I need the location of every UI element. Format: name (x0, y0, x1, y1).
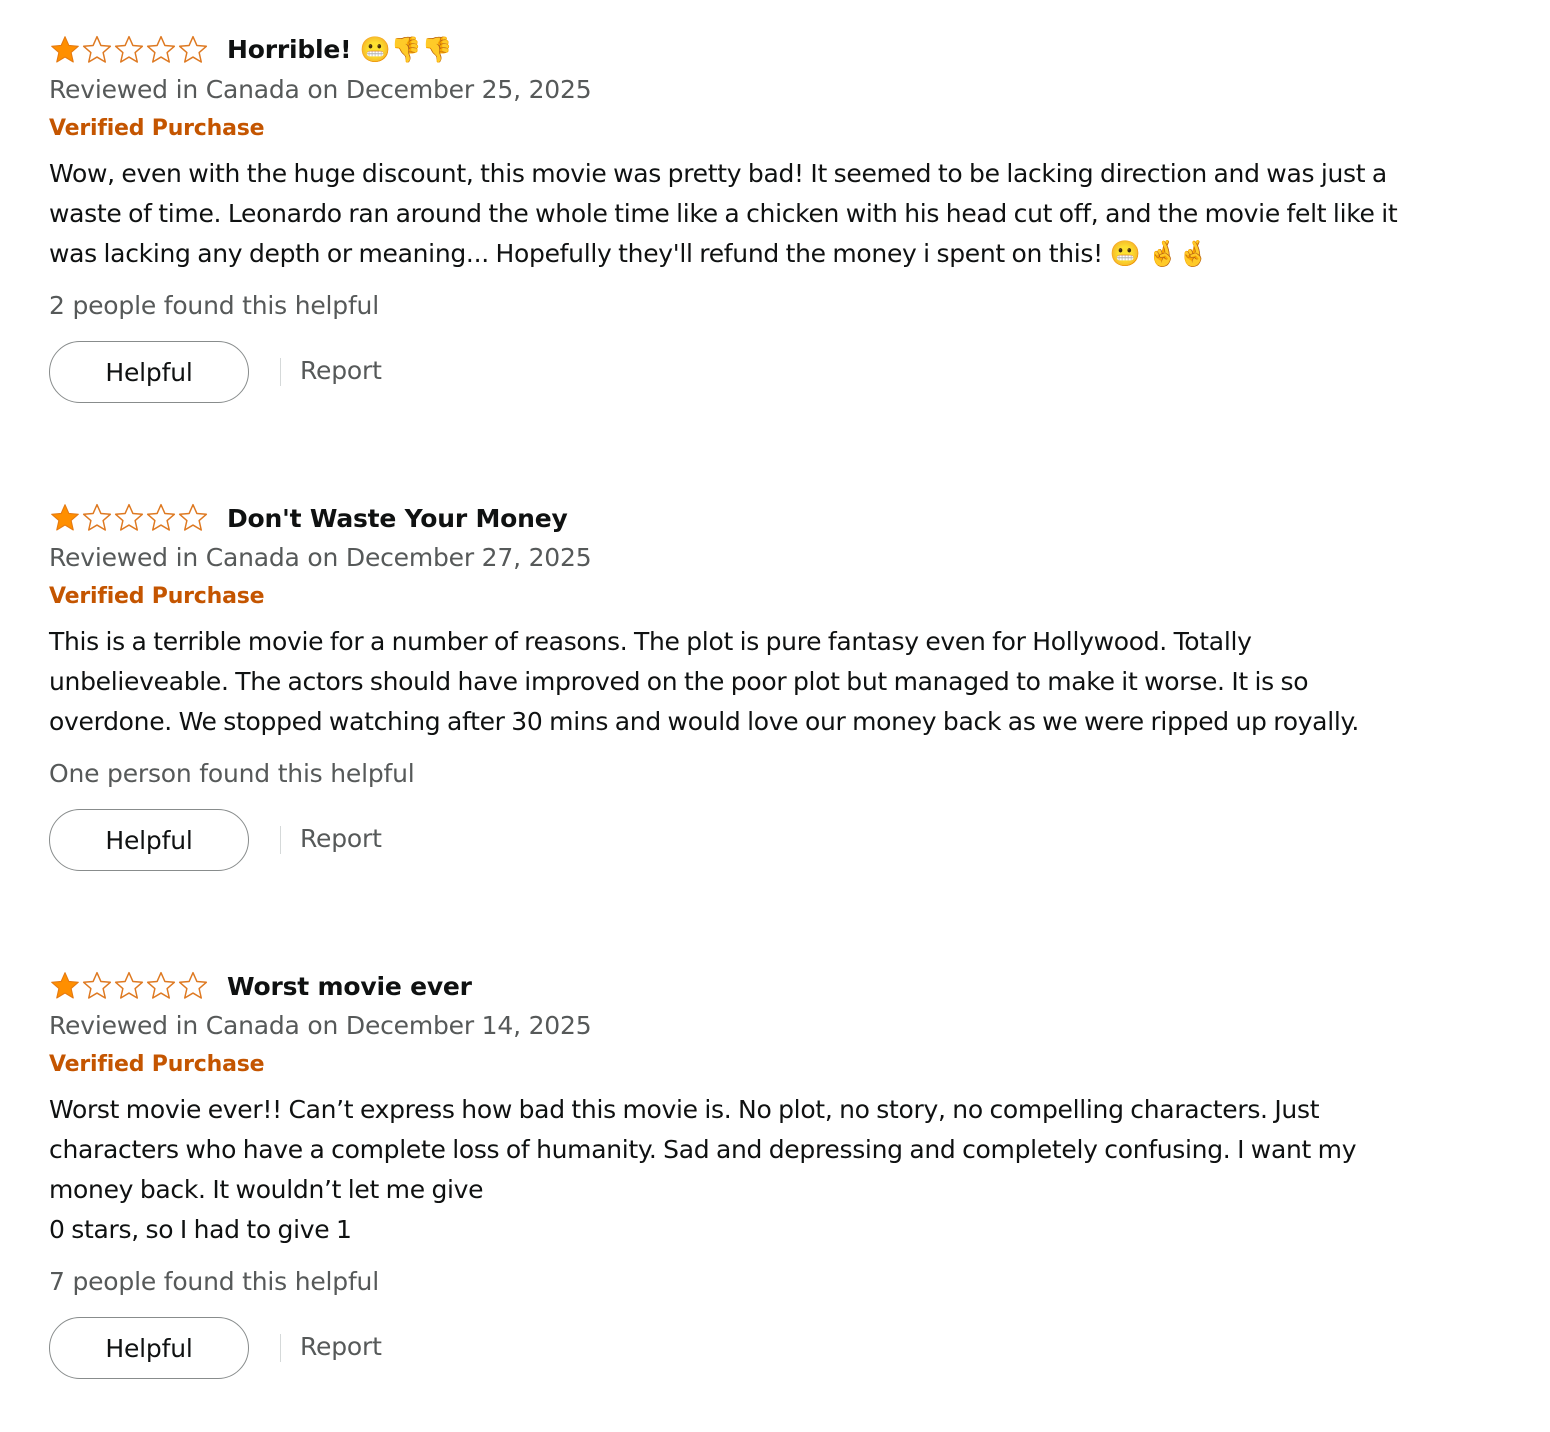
star-rating[interactable] (49, 502, 209, 534)
star-filled-icon (51, 36, 79, 63)
report-link[interactable]: Report (300, 356, 382, 385)
helpful-count: 7 people found this helpful (49, 1267, 379, 1296)
star-empty-icon (82, 503, 112, 531)
helpful-button[interactable]: Helpful (49, 1317, 249, 1379)
review-item: Horrible! 😬👎👎 Reviewed in Canada on Dece… (49, 32, 1429, 404)
review-header: Horrible! 😬👎👎 (49, 32, 1429, 68)
review-body-text: This is a terrible movie for a number of… (49, 627, 1360, 736)
star-empty-icon (114, 35, 144, 63)
review-title[interactable]: Worst movie ever (227, 972, 472, 1001)
star-rating[interactable] (49, 34, 209, 66)
divider (280, 826, 281, 854)
star-empty-icon (82, 35, 112, 63)
review-body-text: Worst movie ever!! Can’t express how bad… (49, 1095, 1357, 1204)
review-date: Reviewed in Canada on December 25, 2025 (49, 75, 592, 104)
review-date: Reviewed in Canada on December 14, 2025 (49, 1011, 592, 1040)
review-item: Worst movie ever Reviewed in Canada on D… (49, 968, 1429, 1380)
star-empty-icon (146, 503, 176, 531)
helpful-count: 2 people found this helpful (49, 291, 379, 320)
review-body: This is a terrible movie for a number of… (49, 622, 1429, 742)
star-filled-icon (51, 504, 79, 531)
review-actions: Helpful Report (49, 808, 1429, 872)
verified-purchase-badge[interactable]: Verified Purchase (49, 1050, 1429, 1080)
star-empty-icon (178, 503, 208, 531)
star-empty-icon (178, 971, 208, 999)
review-actions: Helpful Report (49, 340, 1429, 404)
review-header: Worst movie ever (49, 968, 1429, 1004)
star-rating[interactable] (49, 970, 209, 1002)
star-empty-icon (146, 35, 176, 63)
star-empty-icon (178, 35, 208, 63)
helpful-count: One person found this helpful (49, 759, 415, 788)
star-empty-icon (114, 503, 144, 531)
review-body: Wow, even with the huge discount, this m… (49, 154, 1429, 274)
review-title[interactable]: Don't Waste Your Money (227, 504, 568, 533)
review-header: Don't Waste Your Money (49, 500, 1429, 536)
helpful-button[interactable]: Helpful (49, 809, 249, 871)
star-empty-icon (82, 971, 112, 999)
report-link[interactable]: Report (300, 1332, 382, 1361)
verified-purchase-badge[interactable]: Verified Purchase (49, 114, 1429, 144)
star-empty-icon (114, 971, 144, 999)
verified-purchase-badge[interactable]: Verified Purchase (49, 582, 1429, 612)
review-body-text: Wow, even with the huge discount, this m… (49, 159, 1398, 268)
review-date: Reviewed in Canada on December 27, 2025 (49, 543, 592, 572)
report-link[interactable]: Report (300, 824, 382, 853)
divider (280, 1334, 281, 1362)
review-actions: Helpful Report (49, 1316, 1429, 1380)
review-item: Don't Waste Your Money Reviewed in Canad… (49, 500, 1429, 872)
review-title[interactable]: Horrible! 😬👎👎 (227, 35, 453, 65)
divider (280, 358, 281, 386)
star-filled-icon (51, 972, 79, 999)
star-empty-icon (146, 971, 176, 999)
review-body: Worst movie ever!! Can’t express how bad… (49, 1090, 1429, 1250)
reviews-list: Horrible! 😬👎👎 Reviewed in Canada on Dece… (0, 0, 1550, 1432)
review-body-text: 0 stars, so I had to give 1 (49, 1215, 352, 1244)
helpful-button[interactable]: Helpful (49, 341, 249, 403)
